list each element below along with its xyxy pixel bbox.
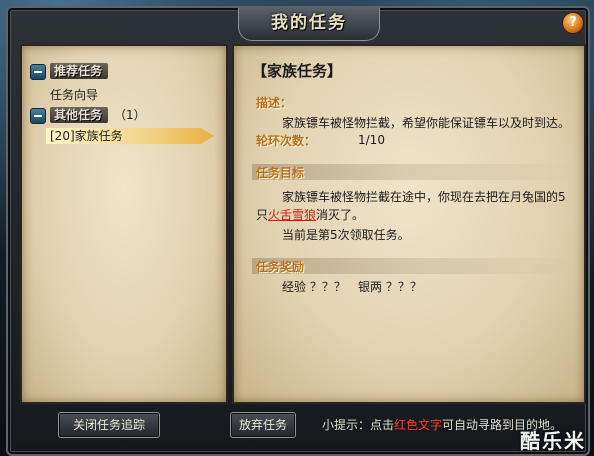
rounds-value: 1/10 [358,133,385,147]
category-count: （1） [114,108,146,122]
reward-label: 任务奖励 [256,260,305,274]
mission-title: 【家族任务】 [252,62,343,80]
objective-suffix: 消灭了。 [316,208,365,222]
window-title: 我的任务 [271,13,347,33]
task-item-family[interactable]: [20]家族任务 [46,128,214,144]
description-text: 家族镖车被怪物拦截，希望你能保证镖车以及时到达。 [282,116,571,130]
collapse-icon[interactable] [30,63,46,80]
objective-text-line3: 当前是第5次领取任务。 [282,228,410,242]
objective-text-line2: 只火舌雪狼消灭了。 [256,206,364,223]
task-detail-panel: 【家族任务】 描述： 家族镖车被怪物拦截，希望你能保证镖车以及时到达。 轮环次数… [232,44,586,404]
title-bar: 我的任务 [238,8,380,41]
hint-red-text: 红色文字 [394,418,443,432]
category-other[interactable]: 其他任务 （1） [30,106,146,124]
collapse-icon[interactable] [30,107,46,124]
category-recommended[interactable]: 推荐任务 [30,62,109,80]
task-window: 我的任务 ? 推荐任务 任务向导 其他任务 （1） [20]家族任务 【家族任务】… [6,6,590,456]
task-item-guide[interactable]: 任务向导 [50,86,98,103]
category-label: 其他任务 [50,107,109,123]
task-list-panel: 推荐任务 任务向导 其他任务 （1） [20]家族任务 [20,44,228,404]
target-monster-link[interactable]: 火舌雪狼 [268,208,316,222]
help-button[interactable]: ? [562,12,584,34]
hint-prefix: 小提示：点击 [322,418,395,432]
objective-prefix: 只 [256,208,269,222]
close-tracking-button[interactable]: 关闭任务追踪 [58,412,160,438]
description-label: 描述： [256,96,293,110]
reward-money: 银两 ？？？ [358,280,422,294]
objective-text-line1: 家族镖车被怪物拦截在途中，你现在去把在月兔国的5 [282,190,566,204]
site-watermark: 酷乐米 [520,429,586,453]
rounds-label: 轮环次数： [256,134,317,148]
abandon-task-button[interactable]: 放弃任务 [230,412,296,438]
reward-exp: 经验 ？？？ [282,280,346,294]
objective-label: 任务目标 [256,166,305,180]
category-label: 推荐任务 [50,63,109,79]
